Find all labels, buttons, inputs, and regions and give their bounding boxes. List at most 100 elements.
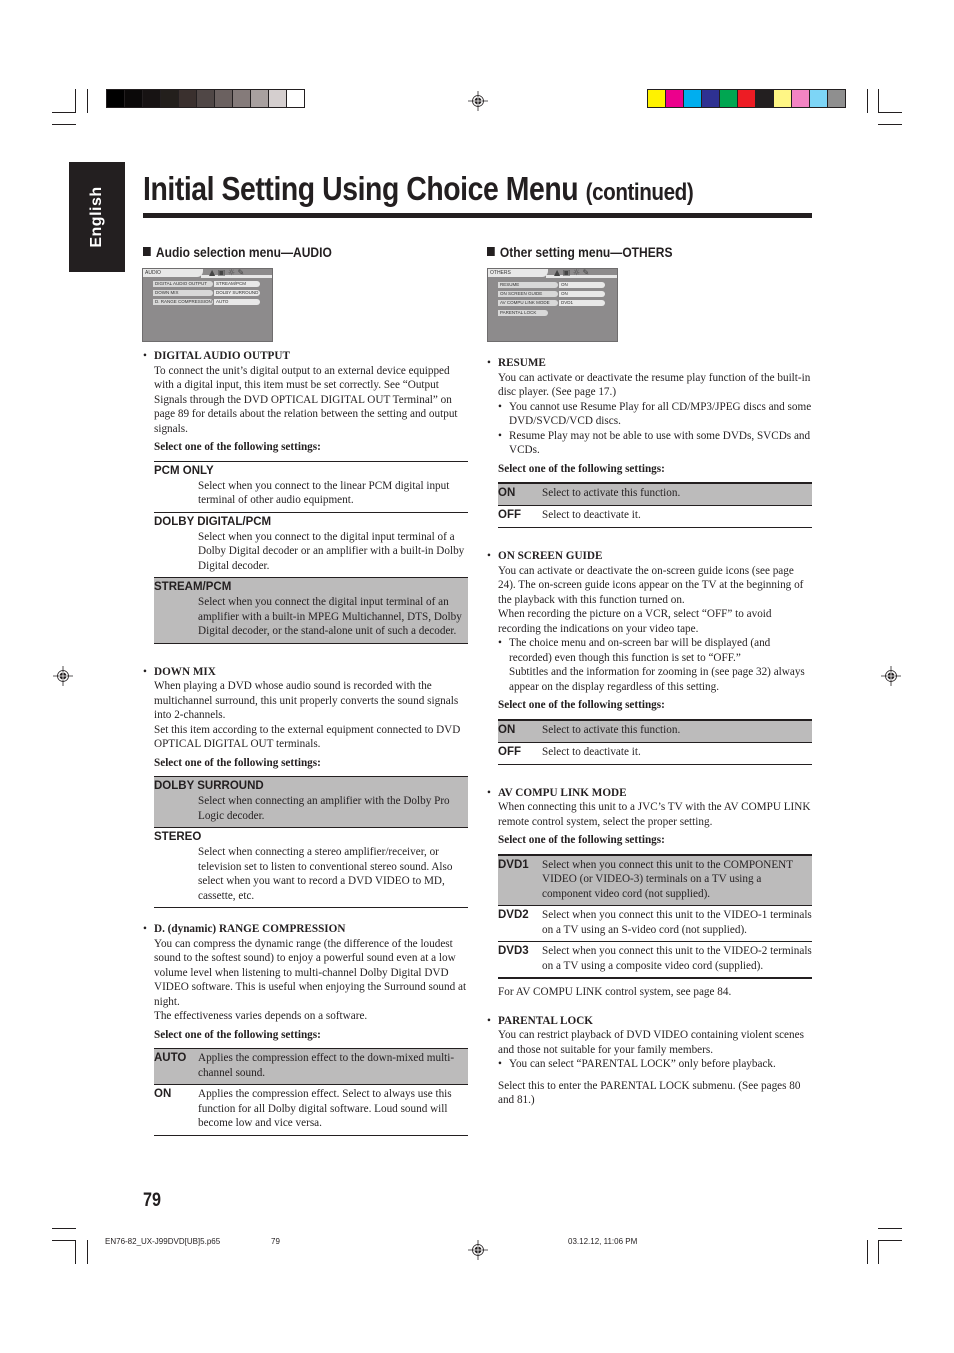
screen-tab-label: OTHERS — [488, 269, 548, 277]
select-prompt: Select one of the following settings: — [498, 699, 665, 711]
screen-row: DOWN MIX DOLBY SURROUND — [153, 290, 260, 296]
down-mix-item: • DOWN MIX When playing a DVD whose audio… — [143, 665, 468, 908]
screen-row-value: DVD1 — [559, 300, 605, 306]
option-key: OFF — [498, 509, 521, 521]
option-desc: Applies the compression effect. Select t… — [198, 1088, 452, 1129]
screen-row-label: ON SCREEN GUIDE — [498, 291, 558, 297]
screen-row: AV COMPU LINK MODE DVD1 — [498, 300, 605, 306]
registration-mark-icon — [468, 1240, 488, 1260]
color-swatch — [810, 90, 828, 107]
crop-mark — [878, 89, 879, 113]
wrench-icon: ✎ — [582, 268, 590, 277]
item-body: You can activate or deactivate the on-sc… — [498, 564, 804, 606]
option-desc: Select when connecting a stereo amplifie… — [198, 846, 453, 902]
option-row-default: ON Select to activate this function. — [498, 720, 812, 743]
note-text: The choice menu and on-screen bar will b… — [509, 637, 771, 664]
option-row-default: STREAM/PCM Select when you connect the di… — [154, 578, 468, 644]
item-body: When playing a DVD whose audio sound is … — [154, 680, 459, 721]
item-body: You can activate or deactivate the resum… — [498, 371, 811, 399]
screen-row-value: ON — [559, 291, 605, 297]
title-rule — [143, 213, 812, 218]
item-title: D. (dynamic) RANGE COMPRESSION — [154, 923, 346, 935]
note-continuation: Subtitles and the information for zoomin… — [509, 666, 805, 693]
resume-item: • RESUME You can activate or deactivate t… — [487, 356, 812, 528]
footer-timestamp: 03.12.12, 11:06 PM — [568, 1237, 638, 1246]
select-prompt: Select one of the following settings: — [498, 462, 665, 475]
select-prompt: Select one of the following settings: — [154, 756, 321, 769]
item-title: DIGITAL AUDIO OUTPUT — [154, 350, 290, 362]
color-swatch — [107, 90, 125, 107]
select-prompt: Select one of the following settings: — [154, 441, 321, 453]
option-row: DVD3 Select when you connect this unit to… — [498, 942, 812, 979]
option-row: DOLBY DIGITAL/PCM Select when you connect… — [154, 513, 468, 578]
menu-icons: ▲ ▣ ☼ ✎ — [209, 269, 244, 277]
bullet: • — [487, 550, 491, 562]
item-title: PARENTAL LOCK — [498, 1014, 593, 1027]
option-desc: Select when you connect this unit to the… — [542, 858, 793, 900]
screen-row-value: ON — [559, 282, 605, 288]
item-body: The effectiveness varies depends on a so… — [154, 1010, 368, 1022]
registration-mark-icon — [881, 666, 901, 686]
crop-mark — [52, 1228, 76, 1229]
others-heading-text: Other setting menu—OTHERS — [499, 244, 673, 260]
option-key: DVD2 — [498, 909, 529, 921]
page-title: Initial Setting Using Choice Menu (conti… — [143, 170, 694, 208]
color-swatch — [720, 90, 738, 107]
on-screen-guide-item: • ON SCREEN GUIDE You can activate or dea… — [487, 549, 812, 765]
disc-icon: ☼ — [572, 268, 580, 277]
item-body: You can compress the dynamic range (the … — [154, 937, 467, 1008]
av-compu-link-item: • AV COMPU LINK MODE When connecting this… — [487, 786, 812, 1000]
note-text: Resume Play may not be able to use with … — [509, 429, 811, 457]
crop-mark — [87, 1240, 88, 1264]
options-table: DVD1 Select when you connect this unit to… — [498, 853, 812, 979]
item-body: Select this to enter the PARENTAL LOCK s… — [498, 1079, 801, 1107]
range-compression-item: • D. (dynamic) RANGE COMPRESSION You can … — [143, 922, 468, 1136]
others-section-heading: Other setting menu—OTHERS — [487, 244, 672, 260]
option-row: ON Applies the compression effect. Select… — [154, 1085, 468, 1136]
options-table: PCM ONLY Select when you connect to the l… — [154, 460, 468, 644]
footer-filename: EN76-82_UX-J99DVD[UB]5.p65 — [105, 1237, 221, 1246]
screen-row-label: DIGITAL AUDIO OUTPUT — [153, 281, 213, 287]
audio-heading-text: Audio selection menu—AUDIO — [155, 244, 332, 260]
crop-mark — [878, 1228, 902, 1229]
bullet: • — [143, 350, 147, 362]
bullet: • — [498, 637, 502, 649]
square-bullet-icon — [487, 247, 495, 256]
option-desc: Select when you connect this unit to the… — [542, 945, 812, 972]
crop-mark — [52, 112, 76, 113]
menu-icons: ▲ ▣ ☼ ✎ — [554, 268, 590, 277]
option-key: DVD3 — [498, 945, 529, 957]
bullet: • — [487, 357, 491, 369]
item-body: When recording the picture on a VCR, sel… — [498, 608, 772, 635]
crop-mark — [878, 1240, 879, 1264]
option-desc: Select when you connect to the digital i… — [198, 530, 465, 572]
color-swatch — [666, 90, 684, 107]
title-main: Initial Setting Using Choice Menu — [143, 170, 579, 207]
parental-lock-item: • PARENTAL LOCK You can restrict playback… — [487, 1014, 812, 1108]
screen-tab-label: AUDIO — [143, 269, 203, 277]
title-suffix: (continued) — [585, 179, 694, 206]
options-table: AUTO Applies the compression effect to th… — [154, 1048, 468, 1136]
crop-mark — [867, 89, 868, 113]
grayscale-calibration-bar — [106, 89, 305, 108]
screen-row-label: RESUME — [498, 282, 558, 288]
bullet: • — [498, 400, 502, 413]
item-footnote: For AV COMPU LINK control system, see pa… — [498, 986, 732, 998]
item-title: ON SCREEN GUIDE — [498, 550, 603, 562]
option-desc: Select to activate this function. — [542, 487, 681, 499]
bullet: • — [487, 1014, 491, 1027]
picture-icon: ▲ — [554, 268, 561, 277]
audio-section-heading: Audio selection menu—AUDIO — [143, 244, 332, 260]
option-row: DVD2 Select when you connect this unit to… — [498, 906, 812, 942]
select-prompt: Select one of the following settings: — [154, 1028, 321, 1041]
language-label: English — [88, 186, 105, 248]
bullet: • — [498, 1058, 502, 1070]
screen-row: PARENTAL LOCK — [498, 310, 548, 316]
registration-mark-icon — [53, 666, 73, 686]
crop-mark — [52, 124, 76, 125]
option-row: OFF Select to deactivate it. — [498, 506, 812, 528]
item-body: You can restrict playback of DVD VIDEO c… — [498, 1029, 804, 1056]
item-body: When connecting this unit to a JVC’s TV … — [498, 801, 811, 828]
color-swatch — [251, 90, 269, 107]
option-desc: Select when you connect to the linear PC… — [198, 479, 450, 507]
